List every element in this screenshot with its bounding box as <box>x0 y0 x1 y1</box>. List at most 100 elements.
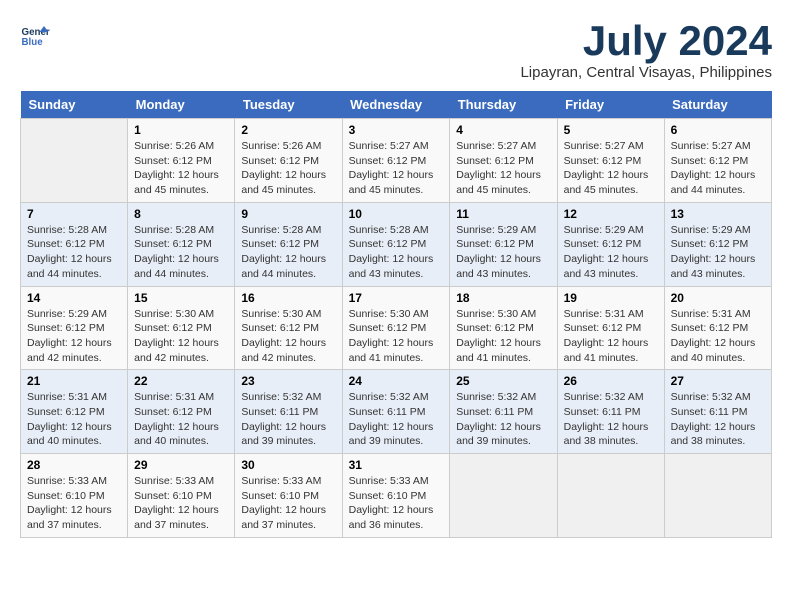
weekday-header-friday: Friday <box>557 91 664 119</box>
cell-content: Sunrise: 5:31 AMSunset: 6:12 PMDaylight:… <box>564 307 658 366</box>
weekday-header-monday: Monday <box>128 91 235 119</box>
title-section: July 2024 Lipayran, Central Visayas, Phi… <box>520 20 772 81</box>
calendar-cell: 23Sunrise: 5:32 AMSunset: 6:11 PMDayligh… <box>235 370 342 454</box>
day-number: 10 <box>349 207 444 221</box>
cell-content: Sunrise: 5:28 AMSunset: 6:12 PMDaylight:… <box>27 223 121 282</box>
day-number: 2 <box>241 123 335 137</box>
day-number: 30 <box>241 458 335 472</box>
day-number: 6 <box>671 123 765 137</box>
day-number: 12 <box>564 207 658 221</box>
calendar-cell: 19 Sunrise: 5:31 AMSunset: 6:12 PMDayligh… <box>557 286 664 370</box>
calendar-cell: 15Sunrise: 5:30 AMSunset: 6:12 PMDayligh… <box>128 286 235 370</box>
calendar-cell: 29Sunrise: 5:33 AMSunset: 6:10 PMDayligh… <box>128 454 235 538</box>
subtitle: Lipayran, Central Visayas, Philippines <box>520 64 772 81</box>
day-number: 18 <box>456 291 550 305</box>
cell-content: Sunrise: 5:31 AMSunset: 6:12 PMDaylight:… <box>134 390 228 449</box>
day-number: 19 <box>564 291 658 305</box>
cell-content: Sunrise: 5:28 AMSunset: 6:12 PMDaylight:… <box>349 223 444 282</box>
calendar-cell: 18Sunrise: 5:30 AMSunset: 6:12 PMDayligh… <box>450 286 557 370</box>
calendar-cell: 9Sunrise: 5:28 AMSunset: 6:12 PMDaylight… <box>235 202 342 286</box>
weekday-header-saturday: Saturday <box>664 91 771 119</box>
svg-text:Blue: Blue <box>22 37 44 48</box>
main-title: July 2024 <box>520 20 772 62</box>
cell-content: Sunrise: 5:30 AMSunset: 6:12 PMDaylight:… <box>134 307 228 366</box>
weekday-header-tuesday: Tuesday <box>235 91 342 119</box>
calendar-cell: 10 Sunrise: 5:28 AMSunset: 6:12 PMDayligh… <box>342 202 450 286</box>
day-number: 29 <box>134 458 228 472</box>
cell-content: Sunrise: 5:28 AMSunset: 6:12 PMDaylight:… <box>134 223 228 282</box>
day-number: 27 <box>671 374 765 388</box>
logo: General Blue <box>20 20 50 50</box>
day-number: 17 <box>349 291 444 305</box>
calendar-cell: 26 Sunrise: 5:32 AMSunset: 6:11 PMDayligh… <box>557 370 664 454</box>
cell-content: Sunrise: 5:27 AMSunset: 6:12 PMDaylight:… <box>671 139 765 198</box>
day-number: 7 <box>27 207 121 221</box>
calendar-table: SundayMondayTuesdayWednesdayThursdayFrid… <box>20 91 772 538</box>
day-number: 28 <box>27 458 121 472</box>
cell-content: Sunrise: 5:32 AMSunset: 6:11 PMDaylight:… <box>671 390 765 449</box>
day-number: 22 <box>134 374 228 388</box>
day-number: 14 <box>27 291 121 305</box>
cell-content: Sunrise: 5:32 AMSunset: 6:11 PMDaylight:… <box>349 390 444 449</box>
day-number: 9 <box>241 207 335 221</box>
day-number: 21 <box>27 374 121 388</box>
day-number: 20 <box>671 291 765 305</box>
calendar-week-2: 7 Sunrise: 5:28 AMSunset: 6:12 PMDaylight… <box>21 202 772 286</box>
calendar-cell: 21Sunrise: 5:31 AMSunset: 6:12 PMDayligh… <box>21 370 128 454</box>
calendar-cell: 13Sunrise: 5:29 AMSunset: 6:12 PMDayligh… <box>664 202 771 286</box>
calendar-cell <box>664 454 771 538</box>
cell-content: Sunrise: 5:32 AMSunset: 6:11 PMDaylight:… <box>564 390 658 449</box>
calendar-cell <box>21 119 128 203</box>
calendar-week-4: 21 Sunrise: 5:31 AMSunset: 6:12 PMDayligh… <box>21 370 772 454</box>
calendar-cell: 30 Sunrise: 5:33 AMSunset: 6:10 PMDayligh… <box>235 454 342 538</box>
cell-content: Sunrise: 5:32 AMSunset: 6:11 PMDaylight:… <box>456 390 550 449</box>
cell-content: Sunrise: 5:30 AMSunset: 6:12 PMDaylight:… <box>241 307 335 366</box>
cell-content: Sunrise: 5:27 AMSunset: 6:12 PMDaylight:… <box>564 139 658 198</box>
calendar-cell <box>557 454 664 538</box>
calendar-cell: 11 Sunrise: 5:29 AMSunset: 6:12 PMDayligh… <box>450 202 557 286</box>
calendar-cell: 28 Sunrise: 5:33 AMSunset: 6:10 PMDayligh… <box>21 454 128 538</box>
cell-content: Sunrise: 5:33 AMSunset: 6:10 PMDaylight:… <box>349 474 444 533</box>
day-number: 5 <box>564 123 658 137</box>
cell-content: Sunrise: 5:26 AMSunset: 6:12 PMDaylight:… <box>134 139 228 198</box>
day-number: 24 <box>349 374 444 388</box>
calendar-cell: 14 Sunrise: 5:29 AMSunset: 6:12 PMDayligh… <box>21 286 128 370</box>
calendar-cell: 16 Sunrise: 5:30 AMSunset: 6:12 PMDayligh… <box>235 286 342 370</box>
calendar-cell: 7 Sunrise: 5:28 AMSunset: 6:12 PMDaylight… <box>21 202 128 286</box>
calendar-cell: 4 Sunrise: 5:27 AMSunset: 6:12 PMDaylight… <box>450 119 557 203</box>
day-number: 8 <box>134 207 228 221</box>
cell-content: Sunrise: 5:27 AMSunset: 6:12 PMDaylight:… <box>349 139 444 198</box>
day-number: 25 <box>456 374 550 388</box>
calendar-cell: 3 Sunrise: 5:27 AMSunset: 6:12 PMDaylight… <box>342 119 450 203</box>
calendar-cell: 20Sunrise: 5:31 AMSunset: 6:12 PMDayligh… <box>664 286 771 370</box>
calendar-cell: 5 Sunrise: 5:27 AMSunset: 6:12 PMDaylight… <box>557 119 664 203</box>
page-header: General Blue July 2024 Lipayran, Central… <box>20 20 772 81</box>
day-number: 13 <box>671 207 765 221</box>
day-number: 26 <box>564 374 658 388</box>
day-number: 1 <box>134 123 228 137</box>
weekday-header-wednesday: Wednesday <box>342 91 450 119</box>
cell-content: Sunrise: 5:26 AMSunset: 6:12 PMDaylight:… <box>241 139 335 198</box>
calendar-cell: 8 Sunrise: 5:28 AMSunset: 6:12 PMDaylight… <box>128 202 235 286</box>
calendar-cell: 1 Sunrise: 5:26 AMSunset: 6:12 PMDaylight… <box>128 119 235 203</box>
day-number: 16 <box>241 291 335 305</box>
calendar-cell: 17Sunrise: 5:30 AMSunset: 6:12 PMDayligh… <box>342 286 450 370</box>
calendar-cell: 24 Sunrise: 5:32 AMSunset: 6:11 PMDayligh… <box>342 370 450 454</box>
weekday-header-thursday: Thursday <box>450 91 557 119</box>
cell-content: Sunrise: 5:29 AMSunset: 6:12 PMDaylight:… <box>27 307 121 366</box>
day-number: 4 <box>456 123 550 137</box>
cell-content: Sunrise: 5:27 AMSunset: 6:12 PMDaylight:… <box>456 139 550 198</box>
cell-content: Sunrise: 5:29 AMSunset: 6:12 PMDaylight:… <box>456 223 550 282</box>
calendar-cell: 31 Sunrise: 5:33 AMSunset: 6:10 PMDayligh… <box>342 454 450 538</box>
cell-content: Sunrise: 5:32 AMSunset: 6:11 PMDaylight:… <box>241 390 335 449</box>
logo-icon: General Blue <box>20 20 50 50</box>
calendar-week-1: 1 Sunrise: 5:26 AMSunset: 6:12 PMDaylight… <box>21 119 772 203</box>
day-number: 11 <box>456 207 550 221</box>
day-number: 31 <box>349 458 444 472</box>
calendar-week-5: 28 Sunrise: 5:33 AMSunset: 6:10 PMDayligh… <box>21 454 772 538</box>
calendar-cell: 2 Sunrise: 5:26 AMSunset: 6:12 PMDaylight… <box>235 119 342 203</box>
calendar-week-3: 14 Sunrise: 5:29 AMSunset: 6:12 PMDayligh… <box>21 286 772 370</box>
cell-content: Sunrise: 5:33 AMSunset: 6:10 PMDaylight:… <box>241 474 335 533</box>
day-number: 3 <box>349 123 444 137</box>
cell-content: Sunrise: 5:33 AMSunset: 6:10 PMDaylight:… <box>27 474 121 533</box>
